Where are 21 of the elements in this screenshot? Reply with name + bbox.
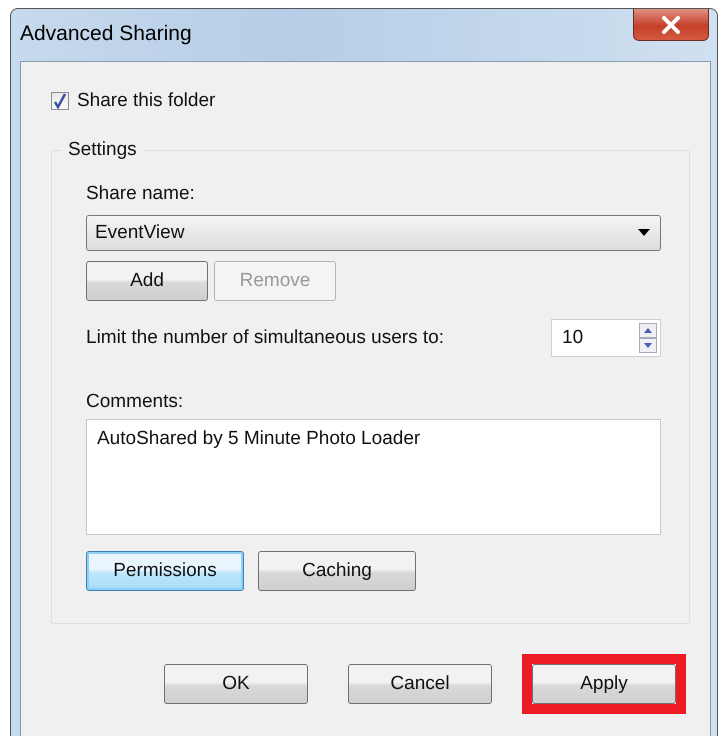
dialog-button[interactable]: Apply bbox=[532, 664, 676, 704]
dialog-button[interactable]: OK bbox=[164, 664, 308, 704]
checkbox[interactable] bbox=[51, 92, 69, 110]
field-label: Limit the number of simultaneous users to: bbox=[86, 327, 444, 349]
window-title: Advanced Sharing bbox=[20, 22, 192, 46]
spin-arrows-icon[interactable] bbox=[639, 323, 657, 353]
group-title: Settings bbox=[62, 139, 143, 161]
share-name-dropdown[interactable]: EventView bbox=[86, 215, 661, 251]
dialog-button[interactable]: Cancel bbox=[348, 664, 492, 704]
close-icon bbox=[660, 16, 682, 34]
comments-field[interactable]: AutoShared by 5 Minute Photo Loader bbox=[86, 419, 661, 535]
checkmark-icon bbox=[53, 93, 67, 109]
field-label: Share name: bbox=[86, 183, 196, 205]
action-button[interactable]: Permissions bbox=[86, 551, 244, 591]
field-label: Comments: bbox=[86, 391, 184, 413]
action-button[interactable]: Add bbox=[86, 261, 208, 301]
checkbox-label: Share this folder bbox=[77, 90, 216, 112]
close-button[interactable] bbox=[633, 9, 709, 41]
action-button[interactable]: Caching bbox=[258, 551, 416, 591]
spin-field[interactable]: 10 bbox=[551, 319, 661, 357]
caret-icon bbox=[638, 229, 650, 237]
